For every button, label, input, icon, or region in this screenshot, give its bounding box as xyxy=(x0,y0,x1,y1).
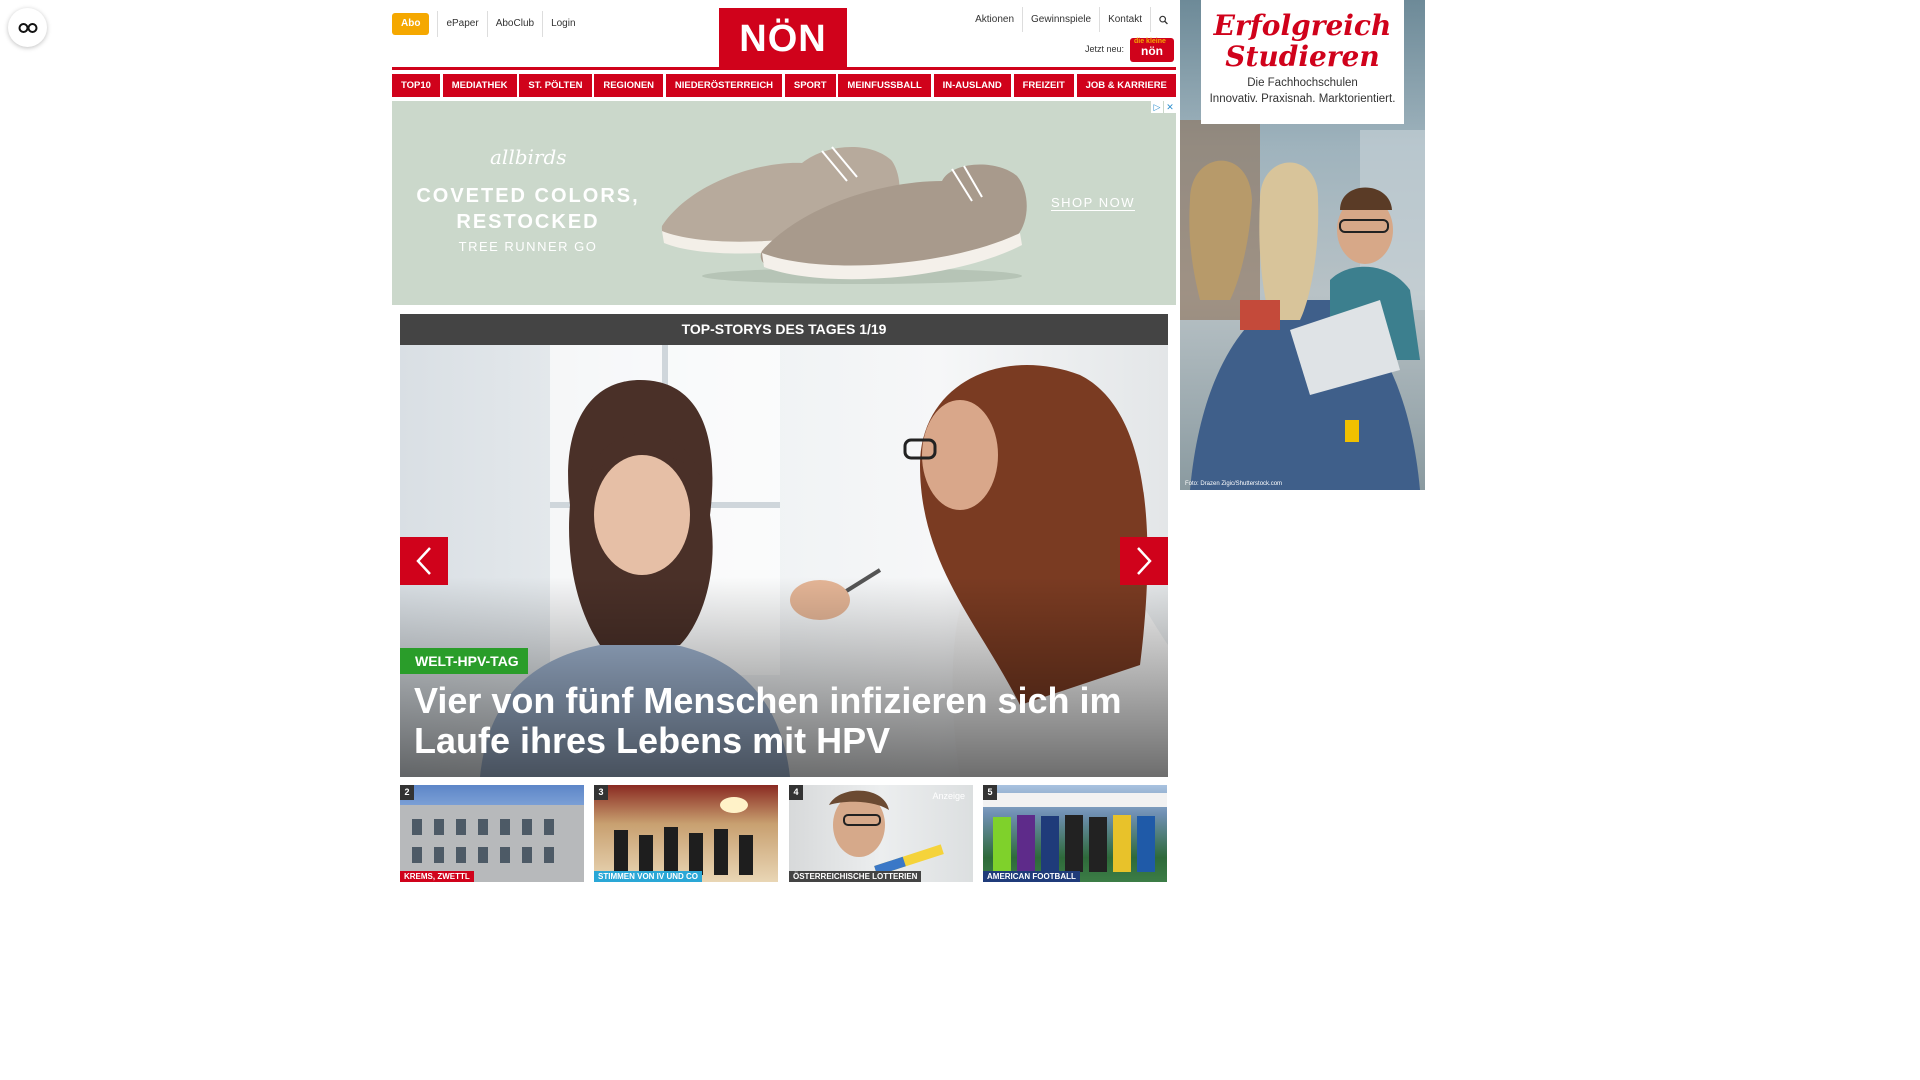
sponsored-label: Anzeige xyxy=(932,791,965,801)
nav-item-mediathek[interactable]: MEDIATHEK xyxy=(442,74,517,97)
badge-small-text: die kleine xyxy=(1134,38,1166,45)
header-divider xyxy=(392,67,1176,70)
teaser-tag: AMERICAN FOOTBALL xyxy=(983,871,1080,882)
login-link[interactable]: Login xyxy=(542,11,583,37)
kleine-noen-badge[interactable]: die kleine nön xyxy=(1130,38,1174,62)
teaser-number: 3 xyxy=(594,785,608,800)
main-nav: TOP10 MEDIATHEK ST. PÖLTEN REGIONEN NIED… xyxy=(392,74,1176,97)
ad-choices[interactable]: ▷ ✕ xyxy=(1150,101,1176,113)
abo-button[interactable]: Abo xyxy=(392,13,430,35)
right-links: Aktionen Gewinnspiele Kontakt xyxy=(967,7,1176,32)
nav-item-freizeit[interactable]: FREIZEIT xyxy=(1013,74,1074,97)
teaser-image xyxy=(400,805,584,882)
site-logo[interactable]: NÖN xyxy=(719,8,847,67)
teaser-card-5[interactable]: 5 AMERICAN FOOTBALL xyxy=(983,785,1167,882)
close-icon[interactable]: ✕ xyxy=(1164,101,1176,113)
side-ad-card: Erfolgreich Studieren Die Fachhochschule… xyxy=(1201,0,1404,124)
shoes-image xyxy=(661,146,1027,284)
teaser-card-4[interactable]: 4 Anzeige ÖSTERREICHISCHE LOTTERIEN xyxy=(789,785,973,882)
nav-item-in-ausland[interactable]: IN-AUSLAND xyxy=(933,74,1011,97)
nav-item-job-karriere[interactable]: JOB & KARRIERE xyxy=(1076,74,1176,97)
top-stories-bar: TOP-STORYS DES TAGES 1/19 xyxy=(400,314,1168,345)
side-ad[interactable]: Erfolgreich Studieren Die Fachhochschule… xyxy=(1180,0,1425,490)
hero-category-tag[interactable]: WELT-HPV-TAG xyxy=(400,648,528,674)
ad-brand: allbirds xyxy=(490,145,567,169)
teaser-card-2[interactable]: 2 KREMS, ZWETTL xyxy=(400,785,584,882)
ad-headline: COVETED COLORS, RESTOCKED xyxy=(416,185,640,233)
teaser-number: 2 xyxy=(400,785,414,800)
nav-item-top10[interactable]: TOP10 xyxy=(392,74,440,97)
chevron-left-icon xyxy=(416,547,431,575)
nav-item-regionen[interactable]: REGIONEN xyxy=(594,74,664,97)
teaser-number: 5 xyxy=(983,785,997,800)
nav-item-meinfussball[interactable]: MEINFUSSBALL xyxy=(838,74,931,97)
side-ad-sub2: Innovativ. Praxisnah. Marktorientiert. xyxy=(1209,93,1396,105)
teaser-image xyxy=(983,793,1167,872)
glasses-icon xyxy=(18,22,37,33)
jetzt-neu-label: Jetzt neu: xyxy=(1084,44,1124,54)
teaser-tag: KREMS, ZWETTL xyxy=(400,871,474,882)
shop-now-link[interactable]: SHOP NOW xyxy=(1051,195,1135,211)
aktionen-link[interactable]: Aktionen xyxy=(967,7,1022,32)
site-header: Abo ePaper AboClub Login NÖN Aktionen Ge… xyxy=(392,0,1176,70)
accessibility-button[interactable] xyxy=(8,8,47,47)
nav-item-sport[interactable]: SPORT xyxy=(784,74,836,97)
side-ad-sub1: Die Fachhochschulen xyxy=(1247,77,1358,89)
hero-headline[interactable]: Vier von fünf Menschen infizieren sich i… xyxy=(414,681,1144,761)
side-ad-headline: Erfolgreich Studieren xyxy=(1213,9,1392,73)
teaser-tag: ÖSTERREICHISCHE LOTTERIEN xyxy=(789,871,922,882)
teaser-image xyxy=(614,797,753,875)
next-story-button[interactable] xyxy=(1120,537,1168,585)
adchoices-icon[interactable]: ▷ xyxy=(1151,101,1163,113)
ad-banner[interactable]: allbirds COVETED COLORS, RESTOCKED TREE … xyxy=(392,101,1176,305)
epaper-link[interactable]: ePaper xyxy=(437,11,486,37)
teaser-number: 4 xyxy=(789,785,803,800)
kontakt-link[interactable]: Kontakt xyxy=(1099,7,1150,32)
teaser-tag: STIMMEN VON IV UND CO xyxy=(594,871,703,882)
chevron-right-icon xyxy=(1137,547,1152,575)
nav-item-st-poelten[interactable]: ST. PÖLTEN xyxy=(519,74,592,97)
gewinnspiele-link[interactable]: Gewinnspiele xyxy=(1022,7,1099,32)
ad-subline: TREE RUNNER GO xyxy=(458,239,598,254)
nav-item-niederoesterreich[interactable]: NIEDERÖSTERREICH xyxy=(665,74,783,97)
hero-story[interactable]: WELT-HPV-TAG Vier von fünf Menschen infi… xyxy=(400,345,1168,777)
teaser-card-3[interactable]: 3 STIMMEN VON IV UND CO xyxy=(594,785,778,882)
aboclub-link[interactable]: AboClub xyxy=(486,11,542,37)
teaser-row: 2 KREMS, ZWETTL 3 STIMMEN VON IV UND CO … xyxy=(400,785,1168,882)
search-icon[interactable] xyxy=(1150,7,1176,32)
top-links: Abo ePaper AboClub Login xyxy=(392,11,584,37)
photo-credit: Foto: Drazen Zigic/Shutterstock.com xyxy=(1185,481,1283,487)
prev-story-button[interactable] xyxy=(400,537,448,585)
